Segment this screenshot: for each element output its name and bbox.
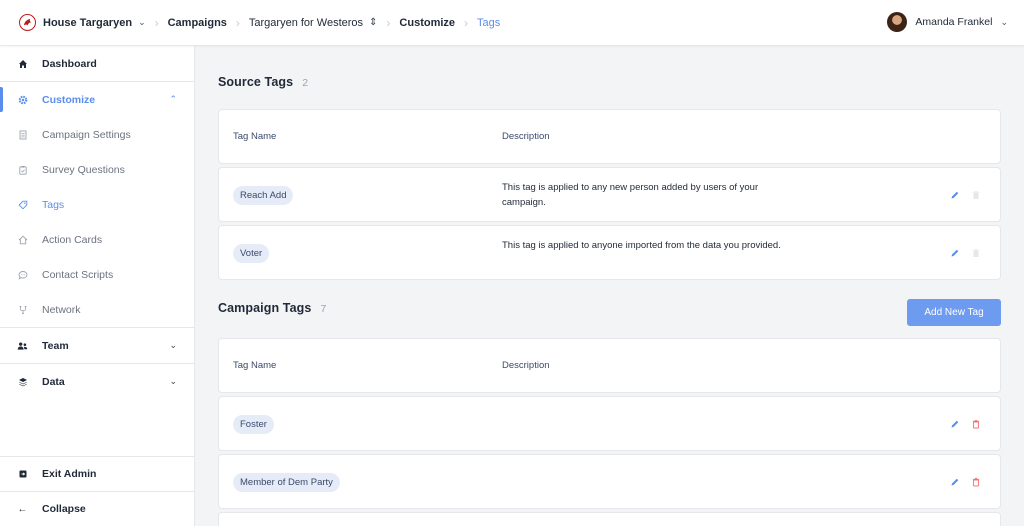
table-row: Member of Dem Party [218,454,1001,509]
chevron-down-icon: ⌄ [169,376,177,386]
sidebar-item-label: Collapse [42,503,86,515]
breadcrumb-separator-icon: › [386,15,391,30]
tag-icon [17,199,28,210]
edit-pencil-icon[interactable] [949,476,961,488]
breadcrumb-campaigns[interactable]: Campaigns [168,17,227,29]
sidebar-item-label: Dashboard [42,57,97,70]
network-icon [17,304,28,315]
sidebar-item-label: Contact Scripts [42,268,114,281]
edit-pencil-icon[interactable] [949,247,961,259]
source-tags-heading: Source Tags 2 [218,75,308,89]
tag-pill: Reach Add [233,186,294,205]
tag-pill: Foster [233,415,274,434]
gear-icon [17,94,28,105]
table-header: Tag Name Description [218,109,1001,164]
collapse-button[interactable]: ← Collapse [0,491,194,526]
exit-admin-button[interactable]: Exit Admin [0,456,194,491]
table-row: Reach Add This tag is applied to any new… [218,167,1001,222]
row-actions [949,189,982,201]
chevron-down-icon: ⌄ [138,17,146,27]
sidebar-item-contact-scripts[interactable]: Contact Scripts [0,257,194,292]
sidebar: Dashboard Customize ⌃ Campaign Settings … [0,46,195,526]
trash-icon [970,247,982,259]
sidebar-item-label: Network [42,303,81,316]
sidebar-item-action-cards[interactable]: Action Cards [0,222,194,257]
section-title: Campaign Tags [218,301,312,315]
count-badge: 2 [302,77,309,89]
breadcrumb-separator-icon: › [464,15,469,30]
sidebar-item-label: Action Cards [42,233,103,246]
layers-icon [17,376,28,387]
trash-icon[interactable] [970,418,982,430]
sidebar-item-label: Exit Admin [42,468,97,480]
column-header-tag-name: Tag Name [233,131,277,142]
chevron-up-icon: ⌃ [169,94,177,104]
row-actions [949,247,982,259]
breadcrumb-separator-icon: › [235,15,240,30]
table-row: Foster [218,396,1001,451]
count-badge: 7 [320,303,327,315]
sidebar-item-label: Campaign Settings [42,128,131,141]
sidebar-item-survey-questions[interactable]: Survey Questions [0,152,194,187]
table-row: Voter This tag is applied to anyone impo… [218,225,1001,280]
column-header-tag-name: Tag Name [233,360,277,371]
column-header-description: Description [502,360,550,371]
clipboard-icon [17,164,28,175]
breadcrumb-campaign-switcher[interactable]: Targaryen for Westeros [249,17,363,29]
sidebar-item-dashboard[interactable]: Dashboard [0,46,194,81]
house-outline-icon [17,234,28,245]
main-content: Source Tags 2 Tag Name Description Reach … [196,46,1024,526]
edit-pencil-icon[interactable] [949,189,961,201]
sidebar-item-label: Customize [42,93,96,106]
breadcrumb-customize[interactable]: Customize [399,17,455,29]
table-row [218,512,1001,526]
tag-description: This tag is applied to any new person ad… [502,182,759,208]
sidebar-item-label: Team [42,339,69,352]
sidebar-item-campaign-settings[interactable]: Campaign Settings [0,117,194,152]
chevron-down-icon: ⌄ [1000,16,1008,27]
sidebar-item-label: Tags [42,198,65,211]
exit-icon [17,469,28,480]
updown-chevron-icon[interactable]: ⇕ [369,17,377,28]
breadcrumb-separator-icon: › [154,15,159,30]
document-icon [17,129,28,140]
dragon-logo-icon [19,14,36,31]
column-header-description: Description [502,131,550,142]
section-title: Source Tags [218,75,294,89]
row-actions [949,476,982,488]
sidebar-footer: Exit Admin ← Collapse [0,456,194,526]
campaign-tags-heading: Campaign Tags 7 [218,301,326,315]
arrow-left-icon: ← [17,503,28,515]
sidebar-item-team[interactable]: Team ⌄ [0,328,194,363]
sidebar-item-network[interactable]: Network [0,292,194,327]
chat-icon [17,269,28,280]
sidebar-item-tags[interactable]: Tags [0,187,194,222]
users-icon [17,340,28,351]
edit-pencil-icon[interactable] [949,418,961,430]
sidebar-item-label: Survey Questions [42,163,125,176]
org-name: House Targaryen [43,16,133,29]
trash-icon[interactable] [970,476,982,488]
add-new-tag-button[interactable]: Add New Tag [907,299,1001,326]
trash-icon [970,189,982,201]
tag-description: This tag is applied to anyone imported f… [502,240,781,251]
avatar [887,12,908,32]
row-actions [949,418,982,430]
table-header: Tag Name Description [218,338,1001,393]
home-icon [17,58,28,69]
sidebar-item-label: Data [42,375,65,388]
org-switcher[interactable]: House Targaryen ⌄ [0,14,146,31]
user-name: Amanda Frankel [915,16,993,28]
top-bar: House Targaryen ⌄ › Campaigns › Targarye… [0,0,1024,46]
breadcrumb-tags: Tags [477,16,501,29]
user-menu[interactable]: Amanda Frankel ⌄ [887,12,1008,32]
sidebar-item-data[interactable]: Data ⌄ [0,364,194,399]
sidebar-item-customize[interactable]: Customize ⌃ [0,82,194,117]
chevron-down-icon: ⌄ [169,340,177,350]
tag-pill: Voter [233,244,270,263]
tag-pill: Member of Dem Party [233,473,340,492]
